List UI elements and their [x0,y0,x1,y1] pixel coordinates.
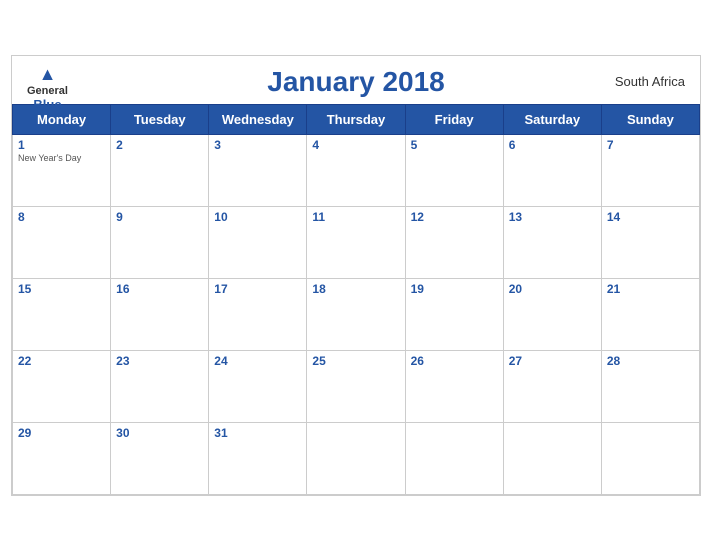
calendar-day-cell: 2 [111,134,209,206]
day-number: 19 [411,282,498,296]
calendar-body: 1New Year's Day2345678910111213141516171… [13,134,700,494]
day-number: 25 [312,354,399,368]
logo-bird-icon: ▲ [39,64,57,85]
calendar-day-cell: 3 [209,134,307,206]
day-number: 3 [214,138,301,152]
calendar-week-row: 1New Year's Day 234567 [13,134,700,206]
day-number: 18 [312,282,399,296]
day-number: 29 [18,426,105,440]
calendar-week-row: 89 10 11 12 13 14 [13,206,700,278]
calendar-day-cell: 14 [601,206,699,278]
calendar-day-cell: 24 [209,350,307,422]
calendar-week-row: 29 30 31 [13,422,700,494]
day-number: 26 [411,354,498,368]
day-number: 21 [607,282,694,296]
day-number: 20 [509,282,596,296]
calendar-day-cell: 11 [307,206,405,278]
day-number: 30 [116,426,203,440]
calendar-day-cell: 12 [405,206,503,278]
day-number: 12 [411,210,498,224]
day-number: 15 [18,282,105,296]
calendar-day-cell [601,422,699,494]
day-number: 28 [607,354,694,368]
col-sunday: Sunday [601,104,699,134]
day-number: 6 [509,138,596,152]
calendar-day-cell: 25 [307,350,405,422]
calendar-day-cell: 19 [405,278,503,350]
calendar-container: ▲ General Blue January 2018 South Africa… [11,55,701,496]
calendar-day-cell: 15 [13,278,111,350]
col-friday: Friday [405,104,503,134]
calendar-day-cell: 18 [307,278,405,350]
calendar-day-cell [307,422,405,494]
day-number: 2 [116,138,203,152]
calendar-table: Monday Tuesday Wednesday Thursday Friday… [12,104,700,495]
calendar-day-cell: 26 [405,350,503,422]
calendar-day-cell: 27 [503,350,601,422]
calendar-week-row: 15 16 17 18 19 20 21 [13,278,700,350]
day-number: 14 [607,210,694,224]
calendar-day-cell: 21 [601,278,699,350]
day-number: 31 [214,426,301,440]
calendar-day-cell: 22 [13,350,111,422]
day-number: 5 [411,138,498,152]
col-wednesday: Wednesday [209,104,307,134]
calendar-header-row: Monday Tuesday Wednesday Thursday Friday… [13,104,700,134]
month-title: January 2018 [267,66,444,98]
day-number: 27 [509,354,596,368]
logo-general: General [27,85,68,97]
logo: ▲ General Blue [27,64,68,112]
calendar-week-row: 22 23 24 25 26 27 28 [13,350,700,422]
day-number: 4 [312,138,399,152]
calendar-day-cell: 13 [503,206,601,278]
calendar-day-cell: 10 [209,206,307,278]
calendar-day-cell [405,422,503,494]
calendar-day-cell: 30 [111,422,209,494]
calendar-header: ▲ General Blue January 2018 South Africa [12,56,700,104]
day-number: 7 [607,138,694,152]
calendar-day-cell: 17 [209,278,307,350]
calendar-day-cell: 20 [503,278,601,350]
col-tuesday: Tuesday [111,104,209,134]
calendar-day-cell [503,422,601,494]
calendar-day-cell: 23 [111,350,209,422]
day-number: 16 [116,282,203,296]
calendar-day-cell: 31 [209,422,307,494]
day-number: 11 [312,210,399,224]
day-number: 10 [214,210,301,224]
day-number: 24 [214,354,301,368]
calendar-day-cell: 28 [601,350,699,422]
calendar-day-cell: 16 [111,278,209,350]
col-saturday: Saturday [503,104,601,134]
calendar-day-cell: 1New Year's Day [13,134,111,206]
holiday-label: New Year's Day [18,153,105,163]
calendar-day-cell: 9 [111,206,209,278]
day-number: 17 [214,282,301,296]
day-number: 13 [509,210,596,224]
country-label: South Africa [615,74,685,89]
day-number: 22 [18,354,105,368]
calendar-day-cell: 4 [307,134,405,206]
calendar-day-cell: 5 [405,134,503,206]
calendar-day-cell: 7 [601,134,699,206]
logo-blue: Blue [33,97,61,112]
day-number: 8 [18,210,105,224]
calendar-day-cell: 6 [503,134,601,206]
calendar-day-cell: 8 [13,206,111,278]
day-number: 23 [116,354,203,368]
day-number: 1 [18,138,105,152]
calendar-day-cell: 29 [13,422,111,494]
col-thursday: Thursday [307,104,405,134]
day-number: 9 [116,210,203,224]
